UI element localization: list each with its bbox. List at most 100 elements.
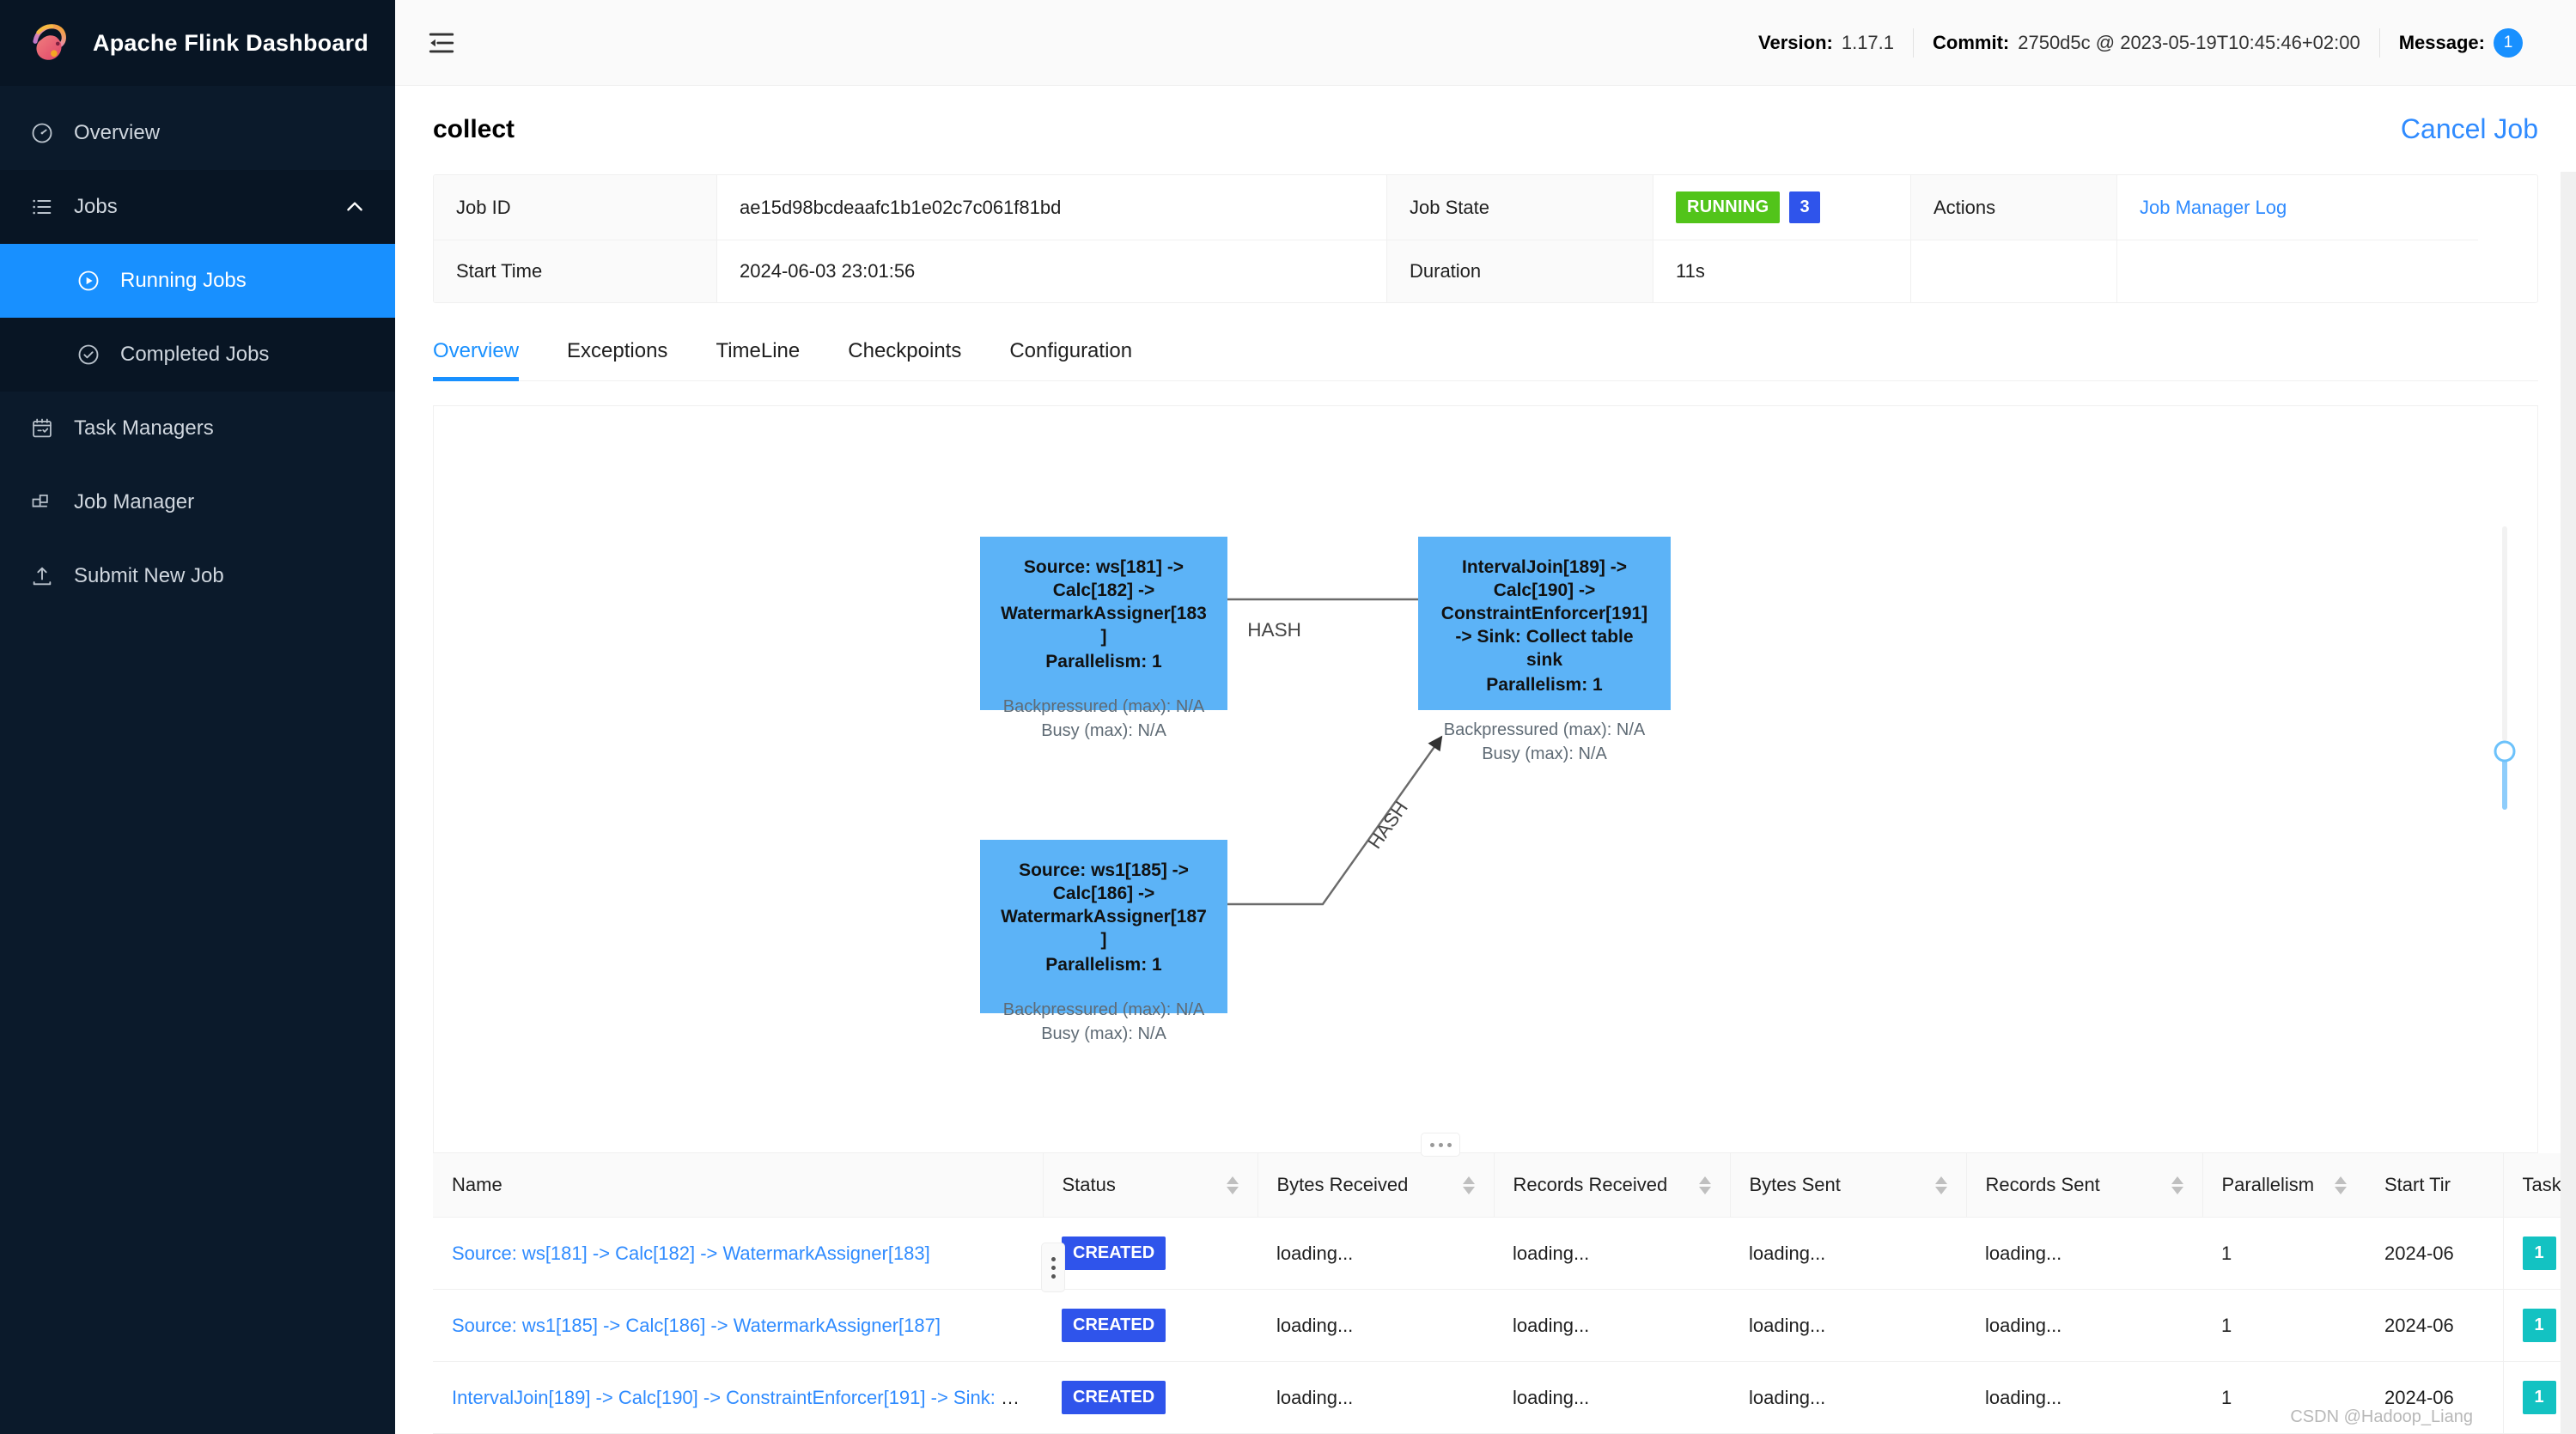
empty-cell-1 bbox=[1911, 240, 2117, 303]
cell-status: CREATED bbox=[1043, 1361, 1258, 1434]
graph-node-parallelism: Parallelism: 1 bbox=[1486, 674, 1603, 695]
column-header-records-sent[interactable]: Records Sent bbox=[1965, 1153, 2202, 1218]
cell-bytes-received: loading... bbox=[1258, 1289, 1494, 1362]
sidebar-item-label: Job Manager bbox=[74, 490, 195, 513]
graph-node-title: IntervalJoin[189] -> Calc[190] -> Constr… bbox=[1440, 557, 1648, 670]
sidebar-item-running-jobs[interactable]: Running Jobs bbox=[0, 244, 395, 318]
sort-icon[interactable] bbox=[1449, 1176, 1475, 1194]
graph-node-backpressured: Backpressured (max): N/A bbox=[1443, 720, 1646, 739]
subtask-link[interactable]: Source: ws1[185] -> Calc[186] -> Waterma… bbox=[452, 1315, 941, 1336]
cell-records-received: loading... bbox=[1494, 1361, 1730, 1434]
tab-configuration[interactable]: Configuration bbox=[1009, 332, 1132, 380]
table-row[interactable]: IntervalJoin[189] -> Calc[190] -> Constr… bbox=[433, 1361, 2576, 1434]
start-time-label: Start Time bbox=[434, 240, 717, 303]
sidebar-item-jobs[interactable]: Jobs bbox=[0, 170, 395, 244]
column-label: Records Sent bbox=[1985, 1174, 2100, 1195]
sidebar-item-overview[interactable]: Overview bbox=[0, 96, 395, 170]
job-state-label: Job State bbox=[1387, 175, 1653, 241]
brand-title: Apache Flink Dashboard bbox=[93, 29, 368, 56]
graph-node-parallelism: Parallelism: 1 bbox=[1045, 651, 1162, 671]
sidebar-item-task-managers[interactable]: Task Managers bbox=[0, 392, 395, 465]
sidebar-item-job-manager[interactable]: Job Manager bbox=[0, 465, 395, 539]
graph-node-source-ws1[interactable]: Source: ws1[185] -> Calc[186] -> Waterma… bbox=[980, 840, 1227, 1043]
subtasks-table-wrapper: Name Status Bytes Received Records Recei… bbox=[433, 1133, 2576, 1434]
sort-icon[interactable] bbox=[1213, 1176, 1239, 1194]
tab-overview[interactable]: Overview bbox=[433, 332, 520, 382]
column-header-records-received[interactable]: Records Received bbox=[1493, 1153, 1730, 1218]
graph-node-backpressured: Backpressured (max): N/A bbox=[1002, 696, 1205, 716]
graph-edges-svg: HASH HASH bbox=[1111, 592, 1443, 906]
duration-label: Duration bbox=[1387, 240, 1653, 303]
column-label: Name bbox=[452, 1174, 502, 1195]
topbar: Version: 1.17.1 Commit: 2750d5c @ 2023-0… bbox=[395, 0, 2576, 86]
column-header-name[interactable]: Name bbox=[433, 1153, 1043, 1218]
graph-node-source-ws[interactable]: Source: ws[181] -> Calc[182] -> Watermar… bbox=[980, 537, 1227, 740]
table-header-row: Name Status Bytes Received Records Recei… bbox=[433, 1153, 2576, 1218]
task-count-badge: 1 bbox=[2522, 1309, 2556, 1342]
graph-node-busy: Busy (max): N/A bbox=[1041, 1024, 1166, 1043]
page-scrollbar[interactable] bbox=[2561, 172, 2576, 1434]
column-header-bytes-sent[interactable]: Bytes Sent bbox=[1729, 1153, 1966, 1218]
cell-bytes-sent: loading... bbox=[1730, 1361, 1966, 1434]
version-value: 1.17.1 bbox=[1841, 31, 1895, 53]
tab-timeline[interactable]: TimeLine bbox=[716, 332, 800, 380]
cell-start-time: 2024-06 bbox=[2366, 1361, 2503, 1434]
table-row[interactable]: Source: ws[181] -> Calc[182] -> Watermar… bbox=[433, 1217, 2576, 1290]
cell-bytes-received: loading... bbox=[1258, 1361, 1494, 1434]
column-drag-handle-vertical[interactable] bbox=[1041, 1243, 1065, 1292]
status-badge: CREATED bbox=[1062, 1309, 1166, 1342]
column-label: Parallelism bbox=[2221, 1174, 2315, 1195]
graph-zoom-slider[interactable] bbox=[2488, 526, 2522, 811]
job-header: collect Cancel Job bbox=[395, 86, 2576, 162]
subtask-link[interactable]: Source: ws[181] -> Calc[182] -> Watermar… bbox=[452, 1243, 930, 1264]
cell-start-time: 2024-06 bbox=[2366, 1217, 2503, 1290]
table-row[interactable]: Source: ws1[185] -> Calc[186] -> Waterma… bbox=[433, 1289, 2576, 1362]
job-info-table: Job ID ae15d98bcdeaafc1b1e02c7c061f81bd … bbox=[433, 174, 2538, 304]
sort-icon[interactable] bbox=[1921, 1176, 1947, 1194]
subtask-link[interactable]: IntervalJoin[189] -> Calc[190] -> Constr… bbox=[452, 1387, 1043, 1408]
job-dataflow-graph[interactable]: HASH HASH Source: ws[181] -> Calc[182] -… bbox=[433, 405, 2538, 1153]
cell-records-sent: loading... bbox=[1966, 1289, 2202, 1362]
job-id-label: Job ID bbox=[434, 175, 717, 241]
status-badge: CREATED bbox=[1062, 1237, 1166, 1270]
column-header-start-time[interactable]: Start Tir bbox=[2366, 1153, 2503, 1218]
sidebar-item-label: Task Managers bbox=[74, 416, 214, 440]
cell-bytes-received: loading... bbox=[1258, 1217, 1494, 1290]
sort-icon[interactable] bbox=[2321, 1176, 2347, 1194]
column-header-bytes-received[interactable]: Bytes Received bbox=[1257, 1153, 1494, 1218]
cell-name[interactable]: IntervalJoin[189] -> Calc[190] -> Constr… bbox=[433, 1361, 1043, 1434]
sidebar-item-completed-jobs[interactable]: Completed Jobs bbox=[0, 318, 395, 392]
cell-name[interactable]: Source: ws1[185] -> Calc[186] -> Waterma… bbox=[433, 1289, 1043, 1362]
job-manager-log-link[interactable]: Job Manager Log bbox=[2140, 197, 2287, 219]
tab-checkpoints[interactable]: Checkpoints bbox=[848, 332, 961, 380]
commit-value: 2750d5c @ 2023-05-19T10:45:46+02:00 bbox=[2018, 31, 2360, 53]
sidebar-item-submit-new-job[interactable]: Submit New Job bbox=[0, 539, 395, 613]
sort-icon[interactable] bbox=[2158, 1176, 2183, 1194]
chevron-up-icon bbox=[344, 196, 366, 218]
gauge-icon bbox=[29, 120, 55, 146]
graph-node-parallelism: Parallelism: 1 bbox=[1045, 954, 1162, 975]
cell-parallelism: 1 bbox=[2202, 1217, 2366, 1290]
cancel-job-button[interactable]: Cancel Job bbox=[2401, 113, 2538, 145]
cell-records-sent: loading... bbox=[1966, 1217, 2202, 1290]
flink-logo-icon bbox=[33, 24, 66, 60]
sidebar-item-label: Completed Jobs bbox=[120, 343, 270, 366]
edge-label-hash-1: HASH bbox=[1247, 619, 1301, 641]
sort-icon[interactable] bbox=[1685, 1176, 1711, 1194]
cell-parallelism: 1 bbox=[2202, 1361, 2366, 1434]
column-drag-handle-horizontal[interactable] bbox=[1421, 1133, 1460, 1157]
column-label: Start Tir bbox=[2384, 1174, 2451, 1195]
subtasks-table: Name Status Bytes Received Records Recei… bbox=[433, 1153, 2576, 1434]
message-chunk[interactable]: Message: 1 bbox=[2378, 27, 2542, 58]
cell-name[interactable]: Source: ws[181] -> Calc[182] -> Watermar… bbox=[433, 1217, 1043, 1290]
brand[interactable]: Apache Flink Dashboard bbox=[0, 0, 395, 86]
column-header-parallelism[interactable]: Parallelism bbox=[2201, 1153, 2366, 1218]
graph-node-intervaljoin[interactable]: IntervalJoin[189] -> Calc[190] -> Constr… bbox=[1418, 537, 1671, 763]
upload-icon bbox=[29, 563, 55, 589]
menu-fold-icon[interactable] bbox=[419, 21, 464, 65]
tab-exceptions[interactable]: Exceptions bbox=[567, 332, 667, 380]
message-count-badge[interactable]: 1 bbox=[2494, 27, 2523, 58]
commit-label: Commit: bbox=[1933, 31, 2010, 53]
column-header-status[interactable]: Status bbox=[1042, 1153, 1258, 1218]
job-state-count-badge: 3 bbox=[1789, 191, 1820, 224]
